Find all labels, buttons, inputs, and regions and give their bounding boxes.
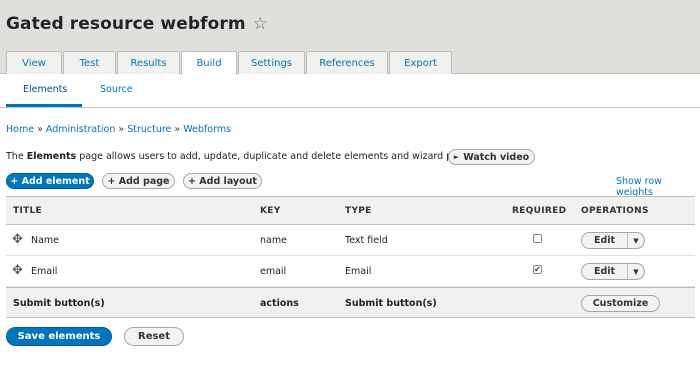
tab-settings[interactable]: Settings [238, 51, 305, 74]
tab-export[interactable]: Export [389, 51, 452, 74]
column-header-title: TITLE [13, 206, 43, 216]
breadcrumb-separator: » [118, 124, 125, 135]
elements-table: TITLE KEY TYPE REQUIRED OPERATIONS ✥ Nam… [6, 196, 695, 318]
customize-button[interactable]: Customize [581, 295, 660, 312]
tab-label: View [22, 57, 46, 69]
watch-video-button[interactable]: ► Watch video [448, 149, 535, 165]
element-key: email [260, 266, 287, 277]
submit-title-link[interactable]: Submit button(s) [13, 298, 105, 309]
column-header-key: KEY [260, 206, 281, 216]
reset-button[interactable]: Reset [124, 327, 184, 346]
column-header-required: REQUIRED [512, 206, 567, 216]
add-page-button[interactable]: + Add page [102, 173, 175, 189]
element-title-link[interactable]: Name [31, 235, 59, 246]
add-element-button[interactable]: + Add element [6, 173, 94, 189]
tab-label: Test [79, 57, 100, 69]
tab-test[interactable]: Test [63, 51, 116, 74]
tab-build[interactable]: Build [181, 51, 237, 75]
subtab-source[interactable]: Source [100, 84, 133, 95]
drag-handle-icon[interactable]: ✥ [12, 232, 23, 247]
show-row-weights-link[interactable]: Show row weights [616, 176, 700, 198]
element-type: Email [345, 266, 372, 277]
play-icon: ► [453, 153, 460, 161]
breadcrumb-structure[interactable]: Structure [127, 124, 171, 135]
breadcrumb-separator: » [37, 124, 43, 135]
element-key: name [260, 235, 287, 246]
drag-handle-icon[interactable]: ✥ [12, 263, 23, 278]
primary-tabs: View Test Results Build Settings Referen… [6, 51, 453, 75]
table-header: TITLE KEY TYPE REQUIRED OPERATIONS [6, 196, 695, 225]
tab-results[interactable]: Results [117, 51, 180, 74]
chevron-down-icon[interactable]: ▼ [628, 264, 644, 279]
add-layout-button[interactable]: + Add layout [183, 173, 262, 189]
tab-label: Settings [250, 57, 292, 69]
operations-dropbutton: Edit ▼ [581, 232, 645, 249]
breadcrumb: Home» Administration» Structure» Webforms [6, 124, 231, 135]
required-checkbox[interactable] [533, 234, 542, 243]
operations-dropbutton: Edit ▼ [581, 263, 645, 280]
submit-row: Submit button(s) actions Submit button(s… [6, 287, 695, 318]
submit-type: Submit button(s) [345, 298, 437, 309]
intro-bold: Elements [26, 151, 77, 162]
watch-video-label: Watch video [463, 151, 530, 163]
breadcrumb-home[interactable]: Home [6, 124, 34, 135]
secondary-tabs: Elements Source [0, 74, 700, 108]
page-title: Gated resource webform ☆ [6, 14, 268, 34]
tab-view[interactable]: View [6, 51, 62, 74]
table-row: ✥ Name name Text field Edit ▼ [6, 225, 695, 256]
intro-prefix: The [6, 151, 27, 162]
chevron-down-icon[interactable]: ▼ [628, 233, 644, 248]
breadcrumb-separator: » [174, 124, 181, 135]
star-icon[interactable]: ☆ [253, 14, 268, 34]
intro-suffix: page allows users to add, update, duplic… [76, 151, 478, 162]
table-row: ✥ Email email Email ✔ Edit ▼ [6, 256, 695, 287]
tab-label: Build [196, 58, 222, 69]
intro-text: The Elements page allows users to add, u… [6, 151, 478, 162]
tab-label: Export [404, 57, 437, 69]
column-header-type: TYPE [345, 206, 372, 216]
tab-label: References [319, 57, 375, 69]
page-header: Gated resource webform ☆ View Test Resul… [0, 0, 700, 75]
save-elements-button[interactable]: Save elements [6, 327, 112, 346]
column-header-operations: OPERATIONS [581, 206, 649, 216]
element-title-link[interactable]: Email [31, 266, 57, 277]
active-subtab-indicator [6, 104, 82, 107]
subtab-elements[interactable]: Elements [23, 84, 67, 95]
breadcrumb-administration[interactable]: Administration [46, 124, 116, 135]
page-title-text: Gated resource webform [6, 14, 246, 34]
breadcrumb-webforms[interactable]: Webforms [183, 124, 231, 135]
required-checkbox[interactable]: ✔ [533, 265, 542, 274]
edit-button[interactable]: Edit [582, 233, 628, 248]
tab-references[interactable]: References [306, 51, 388, 74]
element-type: Text field [345, 235, 388, 246]
tab-label: Results [130, 57, 167, 69]
edit-button[interactable]: Edit [582, 264, 628, 279]
submit-key: actions [260, 298, 299, 309]
